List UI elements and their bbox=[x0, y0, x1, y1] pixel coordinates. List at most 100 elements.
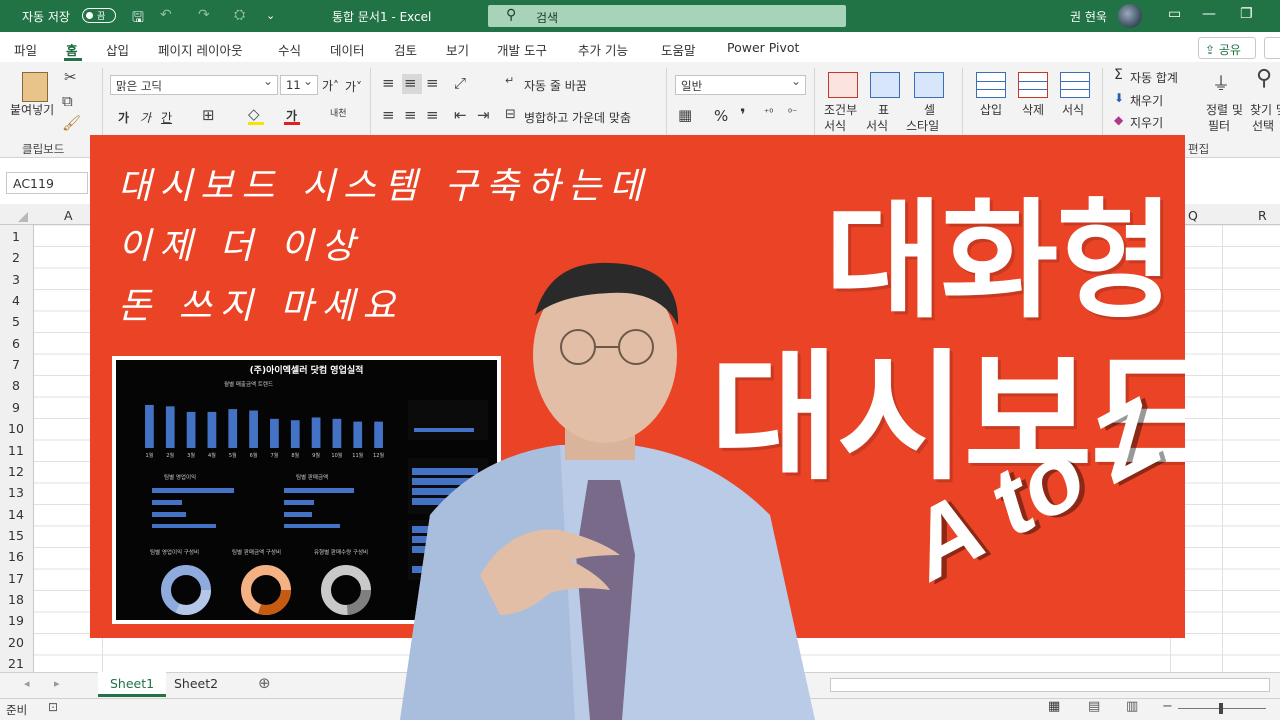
sort-filter-l1[interactable]: 정렬 및 bbox=[1206, 101, 1243, 118]
font-name-select[interactable]: 맑은 고딕 bbox=[110, 74, 278, 95]
name-box[interactable]: AC119 bbox=[6, 172, 88, 194]
row-header-1[interactable]: 1 bbox=[0, 229, 32, 244]
avatar[interactable] bbox=[1118, 4, 1142, 28]
orientation-icon[interactable]: ⤢ bbox=[454, 74, 466, 92]
format-as-table-l1[interactable]: 표 bbox=[878, 101, 889, 118]
align-bottom-icon[interactable]: ≡ bbox=[426, 74, 439, 92]
align-middle-icon[interactable]: ≡ bbox=[404, 74, 417, 92]
tab-power-pivot[interactable]: Power Pivot bbox=[727, 40, 799, 55]
autosum-button[interactable]: 자동 합계 bbox=[1130, 69, 1178, 86]
wrap-text-button[interactable]: 자동 줄 바꿈 bbox=[524, 77, 587, 94]
conditional-formatting-icon[interactable] bbox=[828, 72, 858, 98]
row-header-10[interactable]: 10 bbox=[0, 421, 32, 436]
borders-icon[interactable]: ⊞ bbox=[202, 106, 215, 124]
row-header-18[interactable]: 18 bbox=[0, 592, 32, 607]
increase-indent-icon[interactable]: ⇥ bbox=[477, 106, 490, 124]
find-select-l1[interactable]: 찾기 및 bbox=[1250, 101, 1280, 118]
share-button[interactable]: ⇪ 공유 bbox=[1198, 37, 1256, 59]
percent-button[interactable]: % bbox=[714, 107, 728, 125]
comments-button[interactable] bbox=[1264, 37, 1280, 59]
copy-icon[interactable]: ⧉ bbox=[62, 92, 73, 110]
phonetic-button[interactable]: 내천 bbox=[330, 106, 347, 119]
insert-cells-icon[interactable] bbox=[976, 72, 1006, 98]
row-header-11[interactable]: 11 bbox=[0, 443, 32, 458]
sheet-tab-sheet2[interactable]: Sheet2 bbox=[162, 672, 230, 697]
find-select-icon[interactable]: ⚲ bbox=[1256, 66, 1272, 91]
customize-qat-icon[interactable]: ⌄ bbox=[266, 9, 275, 22]
shrink-font-button[interactable]: 가˅ bbox=[345, 78, 362, 95]
horizontal-scrollbar[interactable] bbox=[830, 678, 1270, 692]
grow-font-button[interactable]: 가˄ bbox=[322, 77, 339, 94]
minimize-icon[interactable]: — bbox=[1202, 6, 1216, 22]
row-header-2[interactable]: 2 bbox=[0, 250, 32, 265]
row-header-13[interactable]: 13 bbox=[0, 485, 32, 500]
format-painter-icon[interactable]: 🖌 bbox=[62, 114, 81, 132]
merge-center-button[interactable]: 병합하고 가운데 맞춤 bbox=[524, 109, 631, 126]
tab-file[interactable]: 파일 bbox=[14, 40, 37, 59]
add-sheet-icon[interactable]: ⊕ bbox=[258, 674, 271, 692]
paste-icon[interactable] bbox=[22, 72, 48, 102]
decrease-decimal-button[interactable]: ⁰⁻ bbox=[788, 108, 797, 119]
tab-help[interactable]: 도움말 bbox=[661, 40, 696, 59]
row-header-4[interactable]: 4 bbox=[0, 293, 32, 308]
page-break-view-icon[interactable]: ▥ bbox=[1126, 699, 1138, 714]
row-header-9[interactable]: 9 bbox=[0, 400, 32, 415]
tab-view[interactable]: 보기 bbox=[446, 40, 469, 59]
conditional-formatting-l1[interactable]: 조건부 bbox=[824, 101, 857, 118]
tab-review[interactable]: 검토 bbox=[394, 40, 417, 59]
page-layout-view-icon[interactable]: ▤ bbox=[1088, 699, 1100, 714]
fill-button[interactable]: 채우기 bbox=[1130, 92, 1163, 109]
zoom-slider-thumb[interactable] bbox=[1219, 703, 1223, 714]
column-r[interactable]: R bbox=[1258, 208, 1267, 223]
paste-label[interactable]: 붙여넣기 bbox=[10, 101, 54, 118]
sort-filter-icon[interactable]: ⏚ bbox=[1212, 70, 1230, 96]
save-icon[interactable]: 🖫 bbox=[132, 7, 144, 31]
align-right-icon[interactable]: ≡ bbox=[426, 106, 439, 124]
tab-insert[interactable]: 삽입 bbox=[106, 40, 129, 59]
tab-data[interactable]: 데이터 bbox=[330, 40, 365, 59]
align-top-icon[interactable]: ≡ bbox=[382, 74, 395, 92]
row-header-8[interactable]: 8 bbox=[0, 378, 32, 393]
clear-button[interactable]: 지우기 bbox=[1130, 114, 1163, 131]
cell-styles-icon[interactable] bbox=[914, 72, 944, 98]
row-header-12[interactable]: 12 bbox=[0, 464, 32, 479]
normal-view-icon[interactable]: ▦ bbox=[1048, 699, 1060, 714]
font-size-select[interactable]: 11 bbox=[280, 74, 318, 95]
align-left-icon[interactable]: ≡ bbox=[382, 106, 395, 124]
row-header-17[interactable]: 17 bbox=[0, 571, 32, 586]
format-cells-button[interactable]: 서식 bbox=[1062, 101, 1084, 118]
touch-mode-icon[interactable]: ⛭ bbox=[234, 7, 245, 23]
cell-styles-l2[interactable]: 스타일 bbox=[906, 117, 939, 134]
currency-icon[interactable]: ▦ bbox=[678, 106, 692, 124]
tab-formulas[interactable]: 수식 bbox=[278, 40, 301, 59]
tab-page-layout[interactable]: 페이지 레이아웃 bbox=[158, 40, 242, 59]
select-all-corner[interactable] bbox=[18, 212, 28, 222]
next-sheet-icon[interactable]: ▸ bbox=[54, 677, 60, 690]
insert-cells-button[interactable]: 삽입 bbox=[980, 101, 1002, 118]
tab-home[interactable]: 홈 bbox=[66, 40, 78, 59]
row-header-5[interactable]: 5 bbox=[0, 314, 32, 329]
italic-button[interactable]: 가 bbox=[140, 109, 151, 126]
undo-icon[interactable]: ↶ bbox=[160, 7, 172, 23]
row-header-3[interactable]: 3 bbox=[0, 272, 32, 287]
zoom-out-icon[interactable]: − bbox=[1162, 699, 1173, 714]
row-header-15[interactable]: 15 bbox=[0, 528, 32, 543]
column-a[interactable]: A bbox=[64, 208, 73, 223]
row-header-14[interactable]: 14 bbox=[0, 507, 32, 522]
comma-button[interactable]: ❜ bbox=[740, 105, 746, 124]
conditional-formatting-l2[interactable]: 서식 bbox=[824, 117, 846, 134]
sheet-tab-sheet1[interactable]: Sheet1 bbox=[98, 672, 167, 697]
redo-icon[interactable]: ↷ bbox=[198, 7, 210, 23]
cut-icon[interactable]: ✂ bbox=[64, 68, 77, 86]
tab-addins[interactable]: 추가 기능 bbox=[578, 40, 628, 59]
format-cells-icon[interactable] bbox=[1060, 72, 1090, 98]
decrease-indent-icon[interactable]: ⇤ bbox=[454, 106, 467, 124]
row-header-21[interactable]: 21 bbox=[0, 656, 32, 671]
column-q[interactable]: Q bbox=[1188, 208, 1198, 223]
bold-button[interactable]: 가 bbox=[118, 109, 129, 126]
format-as-table-l2[interactable]: 서식 bbox=[866, 117, 888, 134]
underline-button[interactable]: 간 bbox=[161, 109, 172, 126]
delete-cells-button[interactable]: 삭제 bbox=[1022, 101, 1044, 118]
fill-color-icon[interactable]: ◇ bbox=[248, 105, 260, 123]
autosave-toggle[interactable]: 끔 bbox=[82, 8, 116, 23]
